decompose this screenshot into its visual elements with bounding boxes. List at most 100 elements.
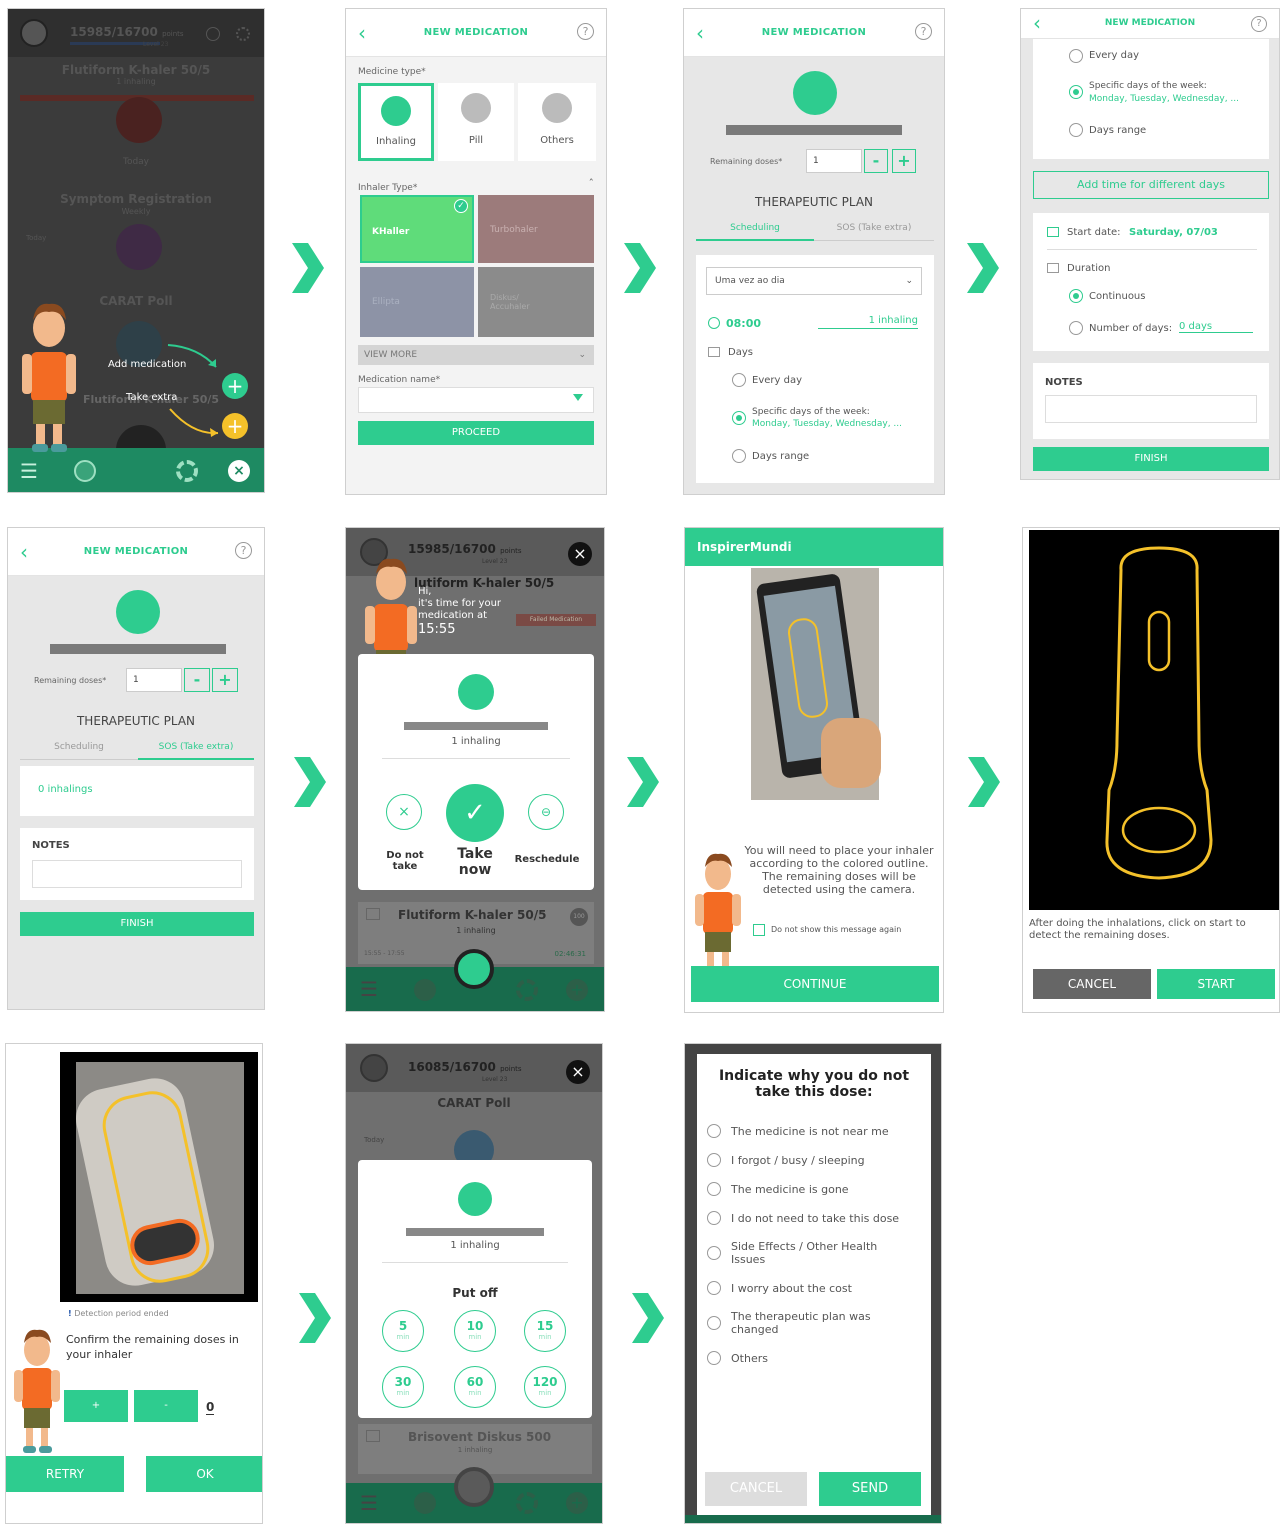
- radio-continuous[interactable]: [1069, 289, 1083, 303]
- put-off-5-button[interactable]: 5 min: [382, 1310, 424, 1352]
- inhalings-value[interactable]: 0 inhalings: [38, 784, 93, 795]
- radio-reason-1[interactable]: [707, 1124, 721, 1138]
- radio-specific-days[interactable]: [1069, 85, 1083, 99]
- gear-icon[interactable]: [236, 27, 250, 41]
- frequency-select[interactable]: Uma vez ao dia ⌄: [706, 267, 922, 295]
- put-off-15-button[interactable]: 15 min: [524, 1310, 566, 1352]
- radio-reason-5[interactable]: [707, 1246, 721, 1260]
- radio-reason-7[interactable]: [707, 1316, 721, 1330]
- view-more-button[interactable]: VIEW MORE ⌄: [358, 345, 594, 365]
- radio-days-range[interactable]: [732, 449, 746, 463]
- put-off-60-button[interactable]: 60 min: [454, 1366, 496, 1408]
- inhaler-ellipta[interactable]: Ellipta: [360, 267, 474, 337]
- inhaler-diskus[interactable]: Diskus/ Accuhaler: [478, 267, 594, 337]
- calendar-icon: [1047, 263, 1059, 273]
- inhaler-icon[interactable]: [116, 97, 162, 143]
- pill-icon: [461, 93, 491, 123]
- add-time-button[interactable]: Add time for different days: [1033, 171, 1269, 199]
- cycle-icon[interactable]: [516, 1492, 538, 1514]
- radio-days-range[interactable]: [1069, 123, 1083, 137]
- reschedule-button[interactable]: ⊖: [528, 794, 564, 830]
- remaining-input[interactable]: 1: [806, 149, 862, 173]
- inhale-button[interactable]: [454, 1467, 494, 1507]
- notes-input[interactable]: [1045, 395, 1257, 423]
- remaining-input[interactable]: 1: [126, 668, 182, 692]
- dont-show-checkbox[interactable]: [753, 924, 765, 936]
- tab-sos[interactable]: SOS (Take extra): [814, 223, 934, 241]
- put-off-30-button[interactable]: 30 min: [382, 1366, 424, 1408]
- doses-value[interactable]: 0: [206, 1400, 215, 1415]
- close-icon[interactable]: ×: [566, 1060, 590, 1084]
- take-now-button[interactable]: ✓: [446, 784, 504, 842]
- add-icon[interactable]: +: [566, 1492, 588, 1514]
- add-medication-button[interactable]: +: [222, 373, 248, 399]
- radio-every-day[interactable]: [732, 373, 746, 387]
- radio-reason-3[interactable]: [707, 1182, 721, 1196]
- list-icon[interactable]: ☰: [360, 977, 378, 1001]
- close-icon[interactable]: ×: [568, 542, 592, 566]
- cancel-button[interactable]: CANCEL: [1033, 969, 1151, 999]
- radio-reason-4[interactable]: [707, 1211, 721, 1225]
- put-off-120-button[interactable]: 120 min: [524, 1366, 566, 1408]
- tab-scheduling[interactable]: Scheduling: [20, 742, 138, 760]
- retry-button[interactable]: RETRY: [6, 1456, 124, 1492]
- increment-button[interactable]: +: [892, 149, 916, 173]
- globe-icon[interactable]: [74, 460, 96, 482]
- confirm-text: Confirm the remaining doses in your inha…: [66, 1333, 239, 1361]
- increment-button[interactable]: +: [212, 668, 238, 692]
- inhaler-khaller[interactable]: KHaller ✓: [360, 195, 474, 263]
- radio-number-days[interactable]: [1069, 321, 1083, 335]
- do-not-take-button[interactable]: ×: [386, 794, 422, 830]
- time-value[interactable]: 08:00: [726, 317, 761, 330]
- type-pill[interactable]: Pill: [438, 83, 514, 161]
- avatar[interactable]: [360, 1054, 388, 1082]
- help-icon[interactable]: ?: [1251, 16, 1267, 32]
- help-icon[interactable]: ?: [577, 23, 594, 40]
- globe-icon[interactable]: [414, 979, 436, 1001]
- close-icon[interactable]: ×: [228, 460, 250, 482]
- inhaler-turbohaler[interactable]: Turbohaler: [478, 195, 594, 263]
- put-off-10-button[interactable]: 10 min: [454, 1310, 496, 1352]
- cycle-icon[interactable]: [176, 460, 198, 482]
- list-icon[interactable]: ☰: [20, 460, 44, 482]
- send-button[interactable]: SEND: [819, 1472, 921, 1506]
- instruction-text: After doing the inhalations, click on st…: [1029, 918, 1246, 941]
- radio-reason-8[interactable]: [707, 1351, 721, 1365]
- inhale-button[interactable]: [454, 949, 494, 989]
- number-days-input[interactable]: 0 days: [1179, 321, 1253, 333]
- ok-button[interactable]: OK: [146, 1456, 262, 1492]
- avatar[interactable]: [20, 19, 48, 47]
- medication-name-input[interactable]: [358, 387, 594, 413]
- type-inhaling[interactable]: Inhaling: [358, 83, 434, 161]
- radio-every-day[interactable]: [1069, 49, 1083, 63]
- list-icon[interactable]: ☰: [360, 1491, 378, 1515]
- decrement-button[interactable]: -: [184, 668, 210, 692]
- finish-button[interactable]: FINISH: [20, 912, 254, 936]
- help-icon[interactable]: ?: [915, 23, 932, 40]
- finish-button[interactable]: FINISH: [1033, 447, 1269, 471]
- cancel-button[interactable]: CANCEL: [705, 1472, 807, 1506]
- radio-specific-days[interactable]: [732, 411, 746, 425]
- tab-sos[interactable]: SOS (Take extra): [138, 742, 254, 760]
- inhaling-value[interactable]: 1 inhaling: [818, 315, 918, 329]
- radio-reason-6[interactable]: [707, 1281, 721, 1295]
- start-date-value[interactable]: Saturday, 07/03: [1129, 227, 1218, 238]
- decrement-button[interactable]: -: [864, 149, 888, 173]
- proceed-button[interactable]: PROCEED: [358, 421, 594, 445]
- increment-button[interactable]: +: [64, 1390, 128, 1422]
- symptom-icon[interactable]: [116, 224, 162, 270]
- add-icon[interactable]: +: [566, 979, 588, 1001]
- decrement-button[interactable]: -: [134, 1390, 198, 1422]
- continue-button[interactable]: CONTINUE: [691, 966, 939, 1002]
- type-others[interactable]: Others: [518, 83, 596, 161]
- globe-icon[interactable]: [414, 1492, 436, 1514]
- take-extra-button[interactable]: +: [222, 413, 248, 439]
- help-icon[interactable]: ?: [235, 542, 252, 559]
- start-button[interactable]: START: [1157, 969, 1275, 999]
- notes-input[interactable]: [32, 860, 242, 888]
- cycle-icon[interactable]: [516, 979, 538, 1001]
- tab-scheduling[interactable]: Scheduling: [696, 223, 814, 241]
- chevron-up-icon[interactable]: ˆ: [589, 177, 595, 190]
- radio-reason-2[interactable]: [707, 1153, 721, 1167]
- help-icon[interactable]: [206, 27, 220, 41]
